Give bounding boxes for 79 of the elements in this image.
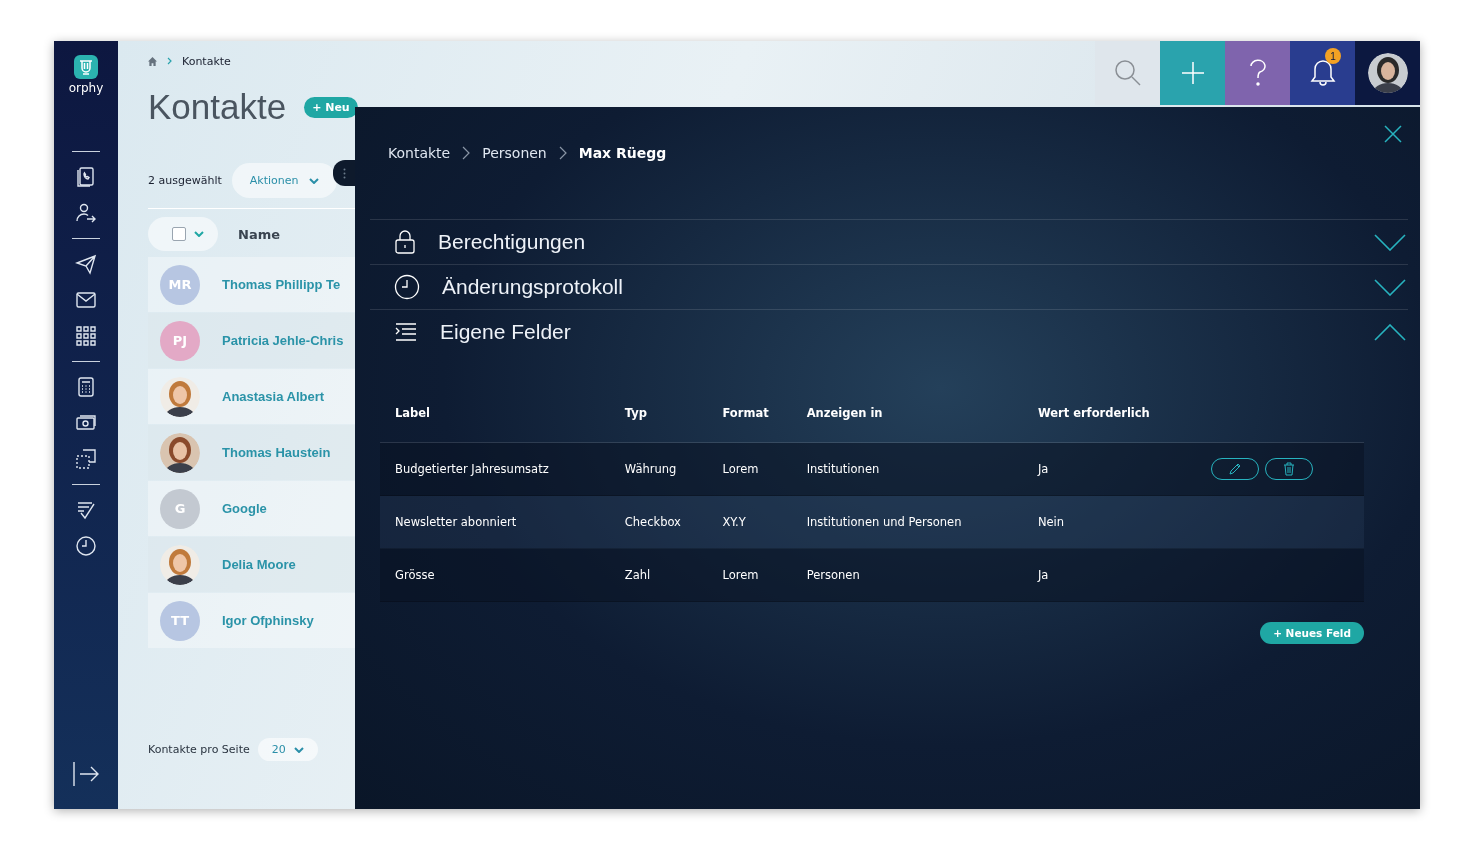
page-title: Kontakte: [148, 87, 287, 127]
contact-name[interactable]: Igor Ofphinsky: [222, 613, 314, 628]
home-icon[interactable]: [148, 56, 157, 66]
table-cell: Lorem: [707, 442, 792, 496]
contact-name[interactable]: Delia Moore: [222, 557, 296, 572]
breadcrumb-current: Max Rüegg: [578, 145, 667, 161]
accordion-header[interactable]: Berechtigungen: [370, 219, 1408, 264]
table-cell: Newsletter abonniert: [380, 495, 610, 549]
column-header: Label: [380, 384, 610, 443]
table-cell: Währung: [609, 442, 708, 496]
contact-name[interactable]: Thomas Haustein: [222, 445, 331, 460]
page-size-dropdown[interactable]: 20: [257, 738, 318, 761]
new-field-button[interactable]: + Neues Feld: [1260, 622, 1364, 644]
contact-name[interactable]: Google: [222, 501, 267, 516]
calculator-icon[interactable]: [75, 376, 97, 398]
caret-icon: [194, 231, 204, 237]
send-icon[interactable]: [75, 253, 97, 275]
list-indent-icon: [394, 323, 418, 341]
checklist-icon[interactable]: [75, 499, 97, 521]
trash-icon: [1283, 462, 1296, 476]
accordion-header[interactable]: Eigene Felder: [370, 309, 1408, 354]
drag-handle[interactable]: [333, 160, 355, 186]
phone-book-icon[interactable]: [75, 166, 97, 188]
clock-icon: [394, 274, 420, 300]
table-cell: Institutionen: [791, 442, 1023, 496]
notifications-button[interactable]: 1: [1290, 41, 1355, 105]
user-avatar-button[interactable]: [1355, 41, 1420, 105]
breadcrumb-item[interactable]: Kontakte: [388, 145, 451, 161]
avatar: PJ: [160, 320, 200, 361]
copy-icon[interactable]: [75, 448, 97, 470]
table-cell: Ja: [1022, 442, 1197, 496]
new-button[interactable]: + Neu: [304, 96, 358, 118]
contact-name[interactable]: Anastasia Albert: [222, 389, 325, 404]
clock-icon[interactable]: [75, 535, 97, 557]
pencil-icon: [1228, 462, 1243, 476]
table-cell: Zahl: [609, 548, 708, 602]
avatar: G: [160, 488, 200, 529]
grid-icon[interactable]: [75, 325, 97, 347]
notification-badge: 1: [1325, 48, 1341, 64]
table-cell: Lorem: [707, 548, 792, 602]
close-icon[interactable]: [1384, 125, 1402, 143]
chevron-icon: [167, 57, 172, 65]
mail-icon[interactable]: [75, 289, 97, 311]
actions-dropdown[interactable]: Aktionen: [231, 163, 337, 198]
table-cell: XY.Y: [707, 495, 792, 549]
search-icon: [1113, 59, 1142, 87]
plus-icon: [1181, 62, 1204, 84]
column-header: Format: [707, 384, 792, 443]
logo-text: orphy: [68, 81, 104, 95]
logo-icon[interactable]: [74, 55, 98, 79]
contact-name[interactable]: Thomas Phillipp Te: [222, 277, 341, 292]
table-cell: Nein: [1022, 495, 1197, 549]
avatar: TT: [160, 600, 200, 641]
selection-count: 2 ausgewählt: [148, 174, 222, 187]
table-cell: Institutionen und Personen: [791, 495, 1023, 549]
chevron-icon: [558, 146, 567, 160]
column-header[interactable]: Name: [238, 226, 280, 242]
column-header: Typ: [609, 384, 708, 443]
table-cell: Personen: [791, 548, 1023, 602]
breadcrumb-item[interactable]: Personen: [482, 145, 547, 161]
accordion-header[interactable]: Änderungsprotokoll: [370, 264, 1408, 309]
logout-icon[interactable]: [72, 761, 100, 787]
pager-label: Kontakte pro Seite: [148, 743, 250, 756]
column-header: Anzeigen in: [791, 384, 1023, 443]
person-arrow-icon[interactable]: [75, 202, 97, 224]
contact-name[interactable]: Patricia Jehle-Chris: [222, 333, 344, 348]
column-header: Wert erforderlich: [1022, 384, 1197, 443]
caret-icon: [293, 746, 304, 753]
lock-icon: [394, 229, 416, 255]
avatar: MR: [160, 264, 200, 305]
question-mark-icon: [1249, 59, 1266, 87]
bell-icon: [1309, 59, 1336, 87]
table-cell: Grösse: [380, 548, 610, 602]
table-cell: Checkbox: [609, 495, 708, 549]
chevron-icon: [462, 146, 471, 160]
breadcrumb-item[interactable]: Kontakte: [182, 54, 231, 68]
table-cell: Ja: [1022, 548, 1197, 602]
caret-icon: [308, 177, 319, 184]
table-cell: Budgetierter Jahresumsatz: [380, 442, 610, 496]
